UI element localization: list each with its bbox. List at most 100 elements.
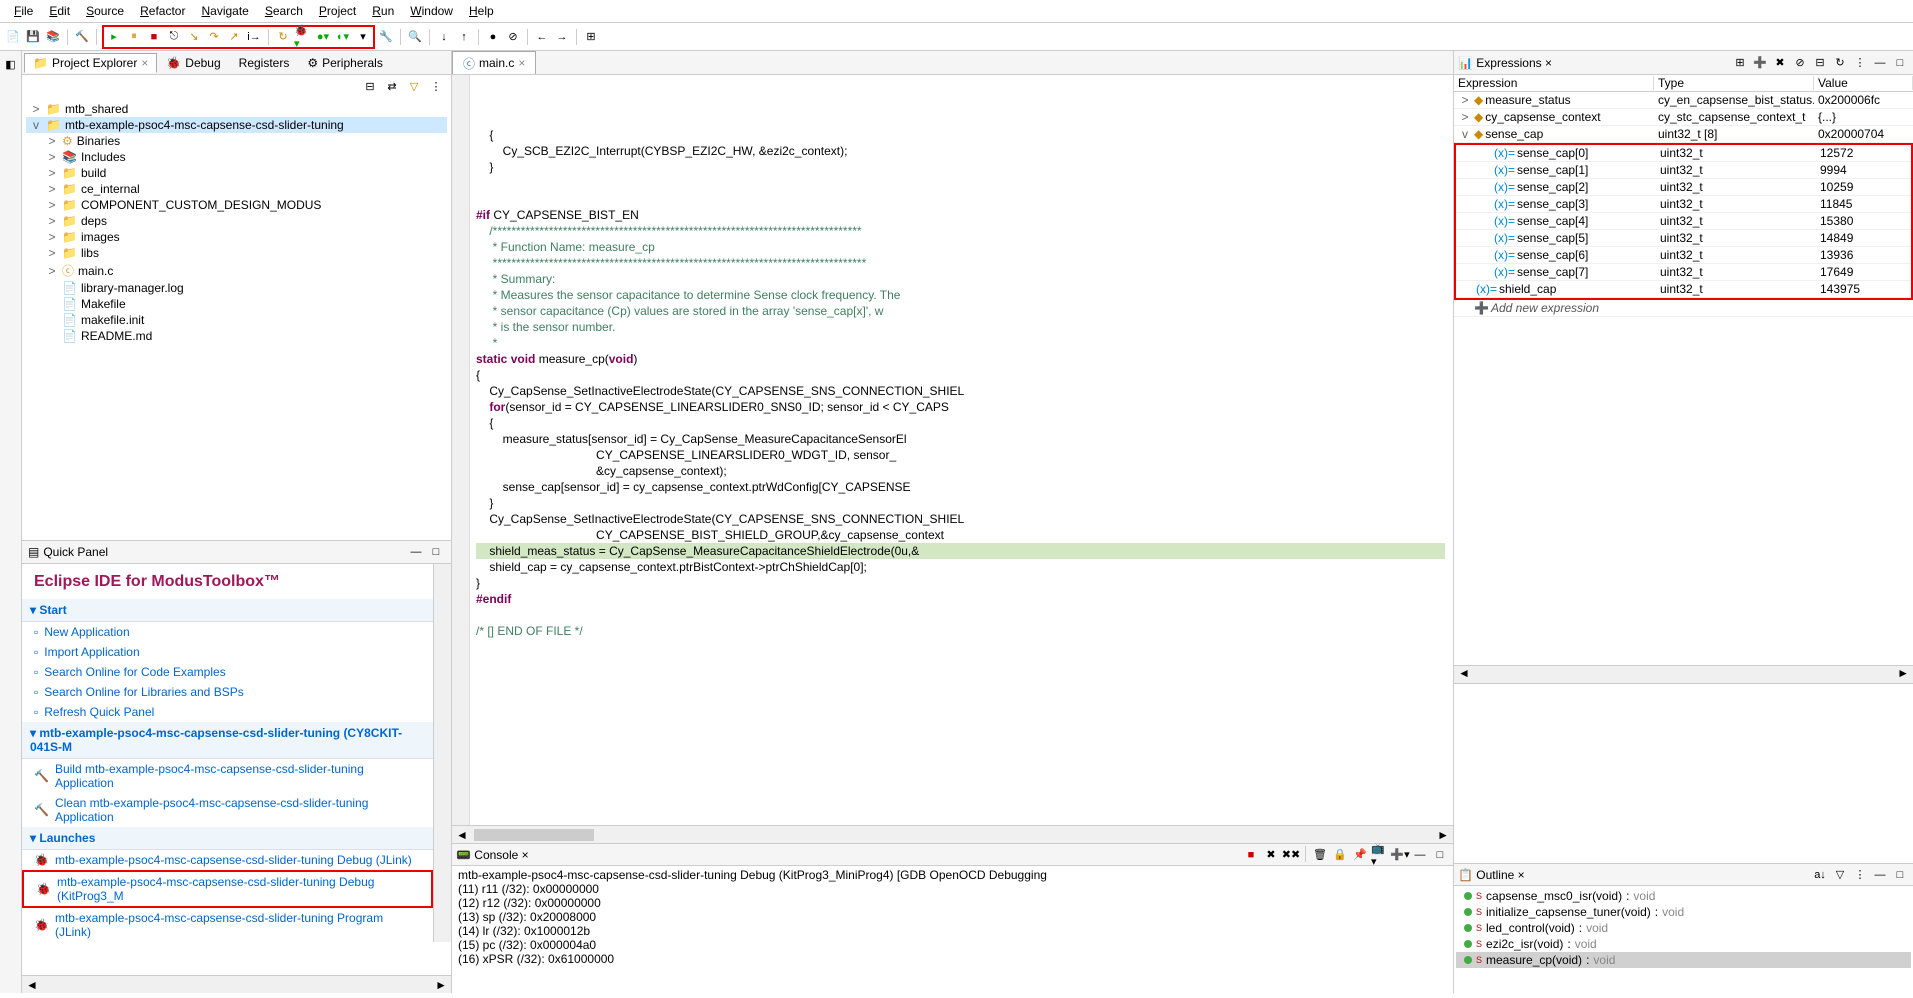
qp-link[interactable]: ▫Import Application xyxy=(22,642,433,662)
tree-item[interactable]: v📁mtb-example-psoc4-msc-capsense-csd-sli… xyxy=(26,117,447,133)
qp-launch[interactable]: 🐞mtb-example-psoc4-msc-capsense-csd-slid… xyxy=(22,850,433,870)
qp-start-section[interactable]: ▾ Start xyxy=(22,599,433,622)
tab-project-explorer[interactable]: 📁Project Explorer × xyxy=(24,53,157,73)
tree-item[interactable]: 📄Makefile xyxy=(26,296,447,312)
toggle-bp-icon[interactable]: ● xyxy=(484,28,502,46)
con-remove-icon[interactable]: ✖ xyxy=(1262,846,1280,864)
expr-remove-icon[interactable]: ✖ xyxy=(1771,54,1789,72)
qp-min-icon[interactable]: — xyxy=(407,543,425,561)
qp-link[interactable]: ▫Refresh Quick Panel xyxy=(22,702,433,722)
expr-row[interactable]: (x)= sense_cap[7]uint32_t17649 xyxy=(1456,264,1911,281)
con-clear-icon[interactable]: 🗑 xyxy=(1311,846,1329,864)
link-editor-icon[interactable]: ⇄ xyxy=(383,77,401,95)
restore-icon[interactable]: ◧ xyxy=(2,55,20,73)
tree-item[interactable]: >📁ce_internal xyxy=(26,181,447,197)
expr-max-icon[interactable]: □ xyxy=(1891,54,1909,72)
new-icon[interactable]: 📄 xyxy=(4,28,22,46)
qp-project-section[interactable]: ▾ mtb-example-psoc4-msc-capsense-csd-sli… xyxy=(22,722,433,759)
menu-source[interactable]: Source xyxy=(80,2,130,20)
outline-item[interactable]: S measure_cp(void) : void xyxy=(1456,952,1911,968)
profile-icon[interactable]: ▾ xyxy=(354,28,372,46)
step-return-icon[interactable]: ↗ xyxy=(225,28,243,46)
outline-item[interactable]: S capsense_msc0_isr(void) : void xyxy=(1456,888,1911,904)
suspend-icon[interactable]: ⏸ xyxy=(125,28,143,46)
ol-sort-icon[interactable]: a↓ xyxy=(1811,866,1829,884)
menu-run[interactable]: Run xyxy=(366,2,400,20)
con-display-icon[interactable]: 📺▾ xyxy=(1371,846,1389,864)
tree-item[interactable]: >📚Includes xyxy=(26,149,447,165)
expr-hscroll[interactable]: ◄► xyxy=(1454,665,1913,683)
skip-bp-icon[interactable]: ⊘ xyxy=(504,28,522,46)
qp-link[interactable]: 🔨Clean mtb-example-psoc4-msc-capsense-cs… xyxy=(22,793,433,827)
disconnect-icon[interactable]: ⎋ xyxy=(165,28,183,46)
editor-tab-main[interactable]: ⓒ main.c × xyxy=(452,51,536,74)
expr-row[interactable]: (x)= shield_capuint32_t143975 xyxy=(1456,281,1911,298)
menu-refactor[interactable]: Refactor xyxy=(134,2,191,20)
con-scroll-icon[interactable]: 🔒 xyxy=(1331,846,1349,864)
menu-search[interactable]: Search xyxy=(259,2,309,20)
expr-row[interactable]: (x)= sense_cap[5]uint32_t14849 xyxy=(1456,230,1911,247)
tree-item[interactable]: 📄README.md xyxy=(26,328,447,344)
con-max-icon[interactable]: □ xyxy=(1431,846,1449,864)
tab-registers[interactable]: Registers xyxy=(230,53,299,73)
ol-max-icon[interactable]: □ xyxy=(1891,866,1909,884)
expr-new-icon[interactable]: ➕ xyxy=(1751,54,1769,72)
expr-menu-icon[interactable]: ⋮ xyxy=(1851,54,1869,72)
terminate-icon[interactable]: ■ xyxy=(145,28,163,46)
back-icon[interactable]: ← xyxy=(533,28,551,46)
expressions-tab[interactable]: 📊 Expressions × xyxy=(1458,56,1552,70)
step-over-icon[interactable]: ↷ xyxy=(205,28,223,46)
ol-filter-icon[interactable]: ▽ xyxy=(1831,866,1849,884)
con-pin-icon[interactable]: 📌 xyxy=(1351,846,1369,864)
coverage-icon[interactable]: ◐▾ xyxy=(334,28,352,46)
expr-row[interactable]: >◆ measure_statuscy_en_capsense_bist_sta… xyxy=(1454,92,1913,109)
expr-row[interactable]: (x)= sense_cap[4]uint32_t15380 xyxy=(1456,213,1911,230)
tree-item[interactable]: >📁build xyxy=(26,165,447,181)
ol-min-icon[interactable]: — xyxy=(1871,866,1889,884)
saveall-icon[interactable]: 📚 xyxy=(44,28,62,46)
menu-file[interactable]: File xyxy=(8,2,39,20)
tree-item[interactable]: >📁mtb_shared xyxy=(26,101,447,117)
filter-icon[interactable]: ▽ xyxy=(405,77,423,95)
tree-item[interactable]: >📁deps xyxy=(26,213,447,229)
expr-row[interactable]: (x)= sense_cap[2]uint32_t10259 xyxy=(1456,179,1911,196)
expr-row[interactable]: (x)= sense_cap[6]uint32_t13936 xyxy=(1456,247,1911,264)
tree-item[interactable]: >⚙Binaries xyxy=(26,133,447,149)
con-min-icon[interactable]: — xyxy=(1411,846,1429,864)
console-tab[interactable]: 📟 Console × xyxy=(456,848,529,862)
editor-hscroll[interactable]: ◄► xyxy=(452,825,1453,843)
con-new-icon[interactable]: ➕▾ xyxy=(1391,846,1409,864)
con-removeall-icon[interactable]: ✖✖ xyxy=(1282,846,1300,864)
menu-window[interactable]: Window xyxy=(404,2,459,20)
code-editor[interactable]: { Cy_SCB_EZI2C_Interrupt(CYBSP_EZI2C_HW,… xyxy=(452,75,1453,825)
collapse-all-icon[interactable]: ⊟ xyxy=(361,77,379,95)
qp-launches-section[interactable]: ▾ Launches xyxy=(22,827,433,850)
prev-ann-icon[interactable]: ↑ xyxy=(455,28,473,46)
qp-link[interactable]: ▫Search Online for Code Examples xyxy=(22,662,433,682)
build-icon[interactable]: 🔨 xyxy=(73,28,91,46)
menu-project[interactable]: Project xyxy=(313,2,362,20)
tab-debug[interactable]: 🐞 Debug xyxy=(157,53,229,73)
tab-peripherals[interactable]: ⚙ Peripherals xyxy=(298,53,391,73)
view-menu-icon[interactable]: ⋮ xyxy=(427,77,445,95)
console-output[interactable]: mtb-example-psoc4-msc-capsense-csd-slide… xyxy=(452,866,1453,993)
menu-help[interactable]: Help xyxy=(463,2,500,20)
expr-row[interactable]: (x)= sense_cap[1]uint32_t9994 xyxy=(1456,162,1911,179)
resume-icon[interactable]: ▸ xyxy=(105,28,123,46)
fwd-icon[interactable]: → xyxy=(553,28,571,46)
tree-item[interactable]: >📁COMPONENT_CUSTOM_DESIGN_MODUS xyxy=(26,197,447,213)
outline-list[interactable]: S capsense_msc0_isr(void) : voidS initia… xyxy=(1454,886,1913,993)
ol-menu-icon[interactable]: ⋮ xyxy=(1851,866,1869,884)
qp-link[interactable]: 🔨Build mtb-example-psoc4-msc-capsense-cs… xyxy=(22,759,433,793)
qp-link[interactable]: ▫New Application xyxy=(22,622,433,642)
tree-item[interactable]: >📁images xyxy=(26,229,447,245)
expr-min-icon[interactable]: — xyxy=(1871,54,1889,72)
tree-item[interactable]: 📄library-manager.log xyxy=(26,280,447,296)
menu-navigate[interactable]: Navigate xyxy=(195,2,254,20)
outline-item[interactable]: S ezi2c_isr(void) : void xyxy=(1456,936,1911,952)
left-hscroll[interactable]: ◄► xyxy=(22,975,451,993)
tree-item[interactable]: >📁libs xyxy=(26,245,447,261)
expressions-table[interactable]: Expression Type Value >◆ measure_statusc… xyxy=(1454,75,1913,665)
save-icon[interactable]: 💾 xyxy=(24,28,42,46)
instr-step-icon[interactable]: i→ xyxy=(245,28,263,46)
